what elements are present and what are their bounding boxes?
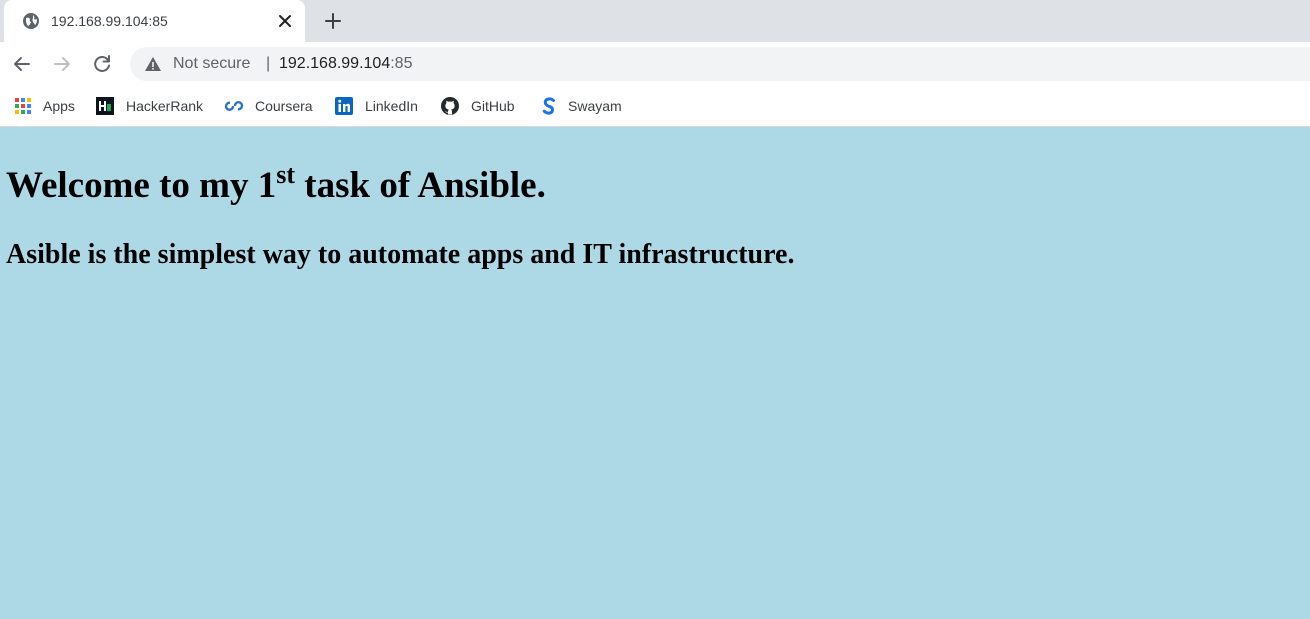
bookmark-github[interactable]: GitHub [440, 95, 522, 117]
url-host: 192.168.99.104 [279, 55, 391, 72]
bookmark-apps[interactable]: Apps [13, 95, 79, 117]
apps-grid-icon [15, 98, 31, 114]
tab-active[interactable]: 192.168.99.104:85 [4, 0, 305, 42]
heading-text-start: Welcome to my 1 [6, 165, 277, 206]
tab-strip: 192.168.99.104:85 [0, 0, 1310, 42]
bookmark-label: GitHub [471, 98, 515, 114]
linkedin-icon [335, 97, 353, 115]
new-tab-button[interactable] [321, 9, 345, 33]
page-heading: Welcome to my 1st task of Ansible. [6, 162, 546, 208]
warning-icon[interactable] [144, 55, 162, 73]
swayam-icon [542, 97, 555, 115]
bookmark-coursera[interactable]: Coursera [224, 95, 316, 117]
globe-icon [23, 13, 39, 29]
address-bar[interactable]: Not secure | 192.168.99.104:85 [130, 47, 1310, 81]
url-separator: | [266, 55, 271, 72]
bookmark-label: Apps [43, 98, 75, 114]
bookmark-linkedin[interactable]: LinkedIn [334, 95, 424, 117]
heading-text-end: task of Ansible. [295, 165, 546, 206]
page-subheading: Asible is the simplest way to automate a… [6, 239, 795, 270]
bookmark-swayam[interactable]: Swayam [539, 95, 625, 117]
reload-button[interactable] [90, 52, 114, 76]
url-text[interactable]: 192.168.99.104:85 [279, 54, 412, 74]
github-icon [441, 97, 459, 115]
url-port: :85 [390, 55, 413, 72]
close-icon[interactable] [275, 11, 295, 31]
bookmark-label: HackerRank [126, 98, 204, 114]
bookmark-label: LinkedIn [365, 98, 418, 114]
coursera-icon [224, 101, 244, 111]
page-content: Welcome to my 1st task of Ansible. Asibl… [0, 128, 1310, 619]
hackerrank-icon [96, 97, 114, 115]
toolbar: Not secure | 192.168.99.104:85 [0, 42, 1310, 86]
forward-button[interactable] [50, 52, 74, 76]
security-status[interactable]: Not secure [173, 54, 250, 74]
bookmark-label: Swayam [568, 98, 622, 114]
bookmark-label: Coursera [255, 98, 313, 114]
back-button[interactable] [10, 52, 34, 76]
bookmarks-bar: Apps HackerRank Coursera LinkedIn GitHub… [0, 86, 1310, 127]
bookmark-hackerrank[interactable]: HackerRank [95, 95, 207, 117]
tab-title: 192.168.99.104:85 [51, 13, 168, 29]
heading-ordinal-suffix: st [276, 160, 296, 189]
